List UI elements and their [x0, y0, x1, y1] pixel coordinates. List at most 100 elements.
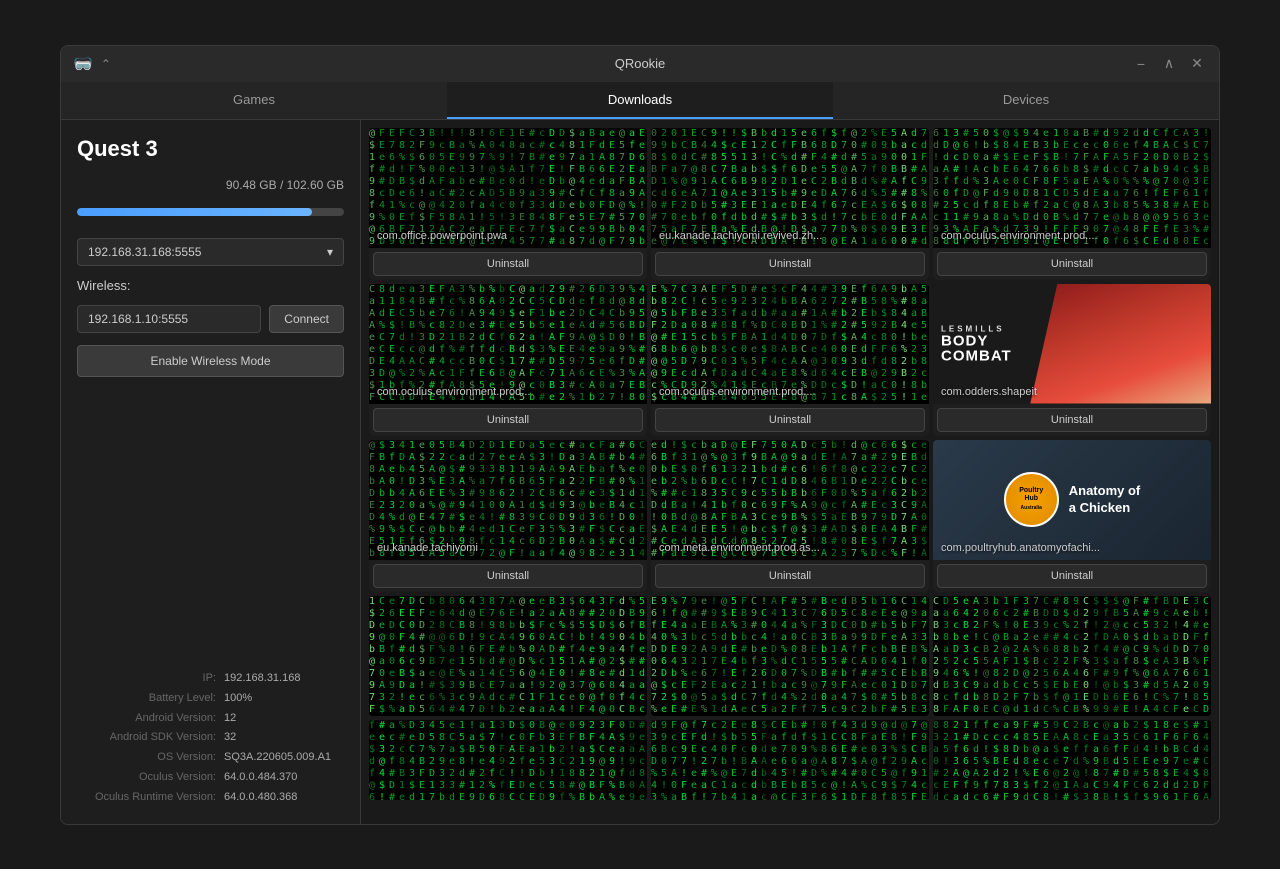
minimize-button[interactable]: −	[1131, 54, 1151, 74]
uninstall-button[interactable]: Uninstall	[373, 252, 643, 276]
game-thumbnail: 1 $ D 9 b @ 7 9 7 F 7 B % C C 2 e @ B a …	[369, 596, 647, 716]
battery-label: Battery Level:	[149, 689, 216, 709]
titlebar-controls: − ∧ ✕	[1131, 54, 1207, 74]
game-thumbnail: e 6 0 e % D ! $ # # # C # 2 d B b b # d …	[651, 440, 929, 560]
game-thumbnail-partial: f e $ d f @ 6 a % F # e 3 @ 4 $ ! 7 5 B …	[369, 720, 647, 800]
game-title: com.poultryhub.anatomyofachi...	[941, 542, 1100, 554]
game-card: C a B b A 2 9 d 8 8 $ D % @ D a 3 8 a 5 …	[933, 596, 1211, 716]
game-thumbnail-partial: d 3 6 D % 4 3 8 7 $ 9 9 B 0 5 ! % 2 9 B …	[651, 720, 929, 800]
game-card: d 3 6 D % 4 3 8 7 $ 9 9 B 0 5 ! % 2 9 B …	[651, 720, 929, 800]
game-thumbnail: PoultryHubAustraliaAnatomy ofa Chickenco…	[933, 440, 1211, 560]
ip-dropdown-value: 192.168.31.168:5555	[88, 245, 201, 259]
matrix-rain-bg: C a B b A 2 9 d 8 8 $ D % @ D a 3 8 a 5 …	[933, 596, 1211, 716]
ip-dropdown[interactable]: 192.168.31.168:5555 ▾	[77, 238, 344, 266]
game-card: E 6 f 4 D 0 2 @ 7 % 3 3 2 @ 9 ! E 0 D 6 …	[651, 596, 929, 716]
wireless-ip-input[interactable]	[77, 305, 261, 333]
game-actions: Uninstall	[369, 248, 647, 280]
titlebar: 🥽 ⌃ QRookie − ∧ ✕	[61, 46, 1219, 82]
game-card: 0 9 8 B D c 0 # 7 e d 1 E 2 2 9 $ F 1 d …	[651, 128, 929, 280]
main-window: 🥽 ⌃ QRookie − ∧ ✕ Games Downloads Device…	[60, 45, 1220, 825]
tab-downloads[interactable]: Downloads	[447, 82, 833, 119]
uninstall-button[interactable]: Uninstall	[937, 564, 1207, 588]
game-thumbnail: 6 d ! a 3 6 # c 9 8 5 @ 0 4 1 D d A f 0 …	[933, 128, 1211, 248]
game-title: eu.kanade.tachiyomi	[377, 542, 478, 554]
wireless-row: Connect	[77, 305, 344, 333]
game-card: E b @ F @ 6 @ @ c $ 3 # 6 B % 8 5 2 # 8 …	[651, 284, 929, 436]
game-actions: Uninstall	[933, 560, 1211, 592]
content-area: Quest 3 90.48 GB / 102.60 GB 192.168.31.…	[61, 120, 1219, 824]
game-actions: Uninstall	[933, 248, 1211, 280]
connect-button[interactable]: Connect	[269, 305, 344, 333]
game-title: com.office.powerpoint.pwa	[377, 230, 507, 242]
runtime-version-label: Oculus Runtime Version:	[95, 788, 216, 808]
game-card: 6 d ! a 3 6 # c 9 8 5 @ 0 4 1 D d A f 0 …	[933, 128, 1211, 280]
game-actions: Uninstall	[651, 560, 929, 592]
storage-info: 90.48 GB / 102.60 GB	[77, 178, 344, 192]
game-thumbnail: 0 9 8 B D c 0 # 7 e d 1 E 2 2 9 $ F 1 d …	[651, 128, 929, 248]
wireless-label: Wireless:	[77, 278, 344, 293]
game-thumbnail: @ $ 1 f 9 8 f 9 @ 9 f b 3 8 F E e # # c …	[369, 128, 647, 248]
uninstall-button[interactable]: Uninstall	[937, 252, 1207, 276]
titlebar-left: 🥽 ⌃	[73, 54, 111, 74]
uninstall-button[interactable]: Uninstall	[373, 564, 643, 588]
uninstall-button[interactable]: Uninstall	[373, 408, 643, 432]
game-thumbnail: LesMills BODY COMBAT com.odders.shapeit	[933, 284, 1211, 404]
game-actions: Uninstall	[369, 404, 647, 436]
tab-devices[interactable]: Devices	[833, 82, 1219, 119]
tab-games[interactable]: Games	[61, 82, 447, 119]
games-grid: @ $ 1 f 9 8 f 9 @ 9 f b 3 8 F E e # # c …	[369, 128, 1211, 800]
game-thumbnail: E b @ F @ 6 @ @ c $ 3 # 6 B % 8 5 2 # 8 …	[651, 284, 929, 404]
sdk-version-label: Android SDK Version:	[110, 728, 216, 748]
device-name: Quest 3	[77, 136, 344, 162]
oculus-version-label: Oculus Version:	[139, 768, 216, 788]
game-title: com.odders.shapeit	[941, 386, 1037, 398]
sdk-version-value: 32	[224, 728, 344, 748]
uninstall-button[interactable]: Uninstall	[655, 252, 925, 276]
uninstall-button[interactable]: Uninstall	[937, 408, 1207, 432]
sidebar: Quest 3 90.48 GB / 102.60 GB 192.168.31.…	[61, 120, 361, 824]
game-actions: Uninstall	[651, 248, 929, 280]
game-card: e 6 0 e % D ! $ # # # C # 2 d B b b # d …	[651, 440, 929, 592]
storage-bar-fill	[77, 208, 312, 216]
close-button[interactable]: ✕	[1187, 54, 1207, 74]
oculus-version-value: 64.0.0.484.370	[224, 768, 344, 788]
game-card: @ $ 1 f 9 8 f 9 @ 9 f b 3 8 F E e # # c …	[369, 128, 647, 280]
device-info: IP: 192.168.31.168 Battery Level: 100% A…	[77, 669, 344, 808]
game-actions: Uninstall	[651, 404, 929, 436]
game-title: com.oculus.environment.prod....	[659, 386, 816, 398]
games-grid-container: @ $ 1 f 9 8 f 9 @ 9 f b 3 8 F E e # # c …	[361, 120, 1219, 824]
game-title: com.meta.environment.prod.as...	[659, 542, 820, 554]
ip-label: IP:	[203, 669, 216, 689]
window-title: QRookie	[615, 56, 666, 71]
game-actions: Uninstall	[369, 560, 647, 592]
game-thumbnail-partial: 8 3 a 0 # c d 5 8 5 8 2 5 ! 2 E c C 0 3 …	[933, 720, 1211, 800]
collapse-icon[interactable]: ⌃	[101, 57, 111, 71]
app-icon: 🥽	[73, 54, 93, 74]
game-thumbnail: C a A A e e D 3 $ F E 0 d e 8 1 d % C C …	[369, 284, 647, 404]
game-actions: Uninstall	[933, 404, 1211, 436]
ip-value: 192.168.31.168	[224, 669, 344, 689]
game-title: com.oculus.environment.prod....	[377, 386, 534, 398]
os-version-label: OS Version:	[157, 748, 216, 768]
tab-bar: Games Downloads Devices	[61, 82, 1219, 120]
game-title: com.oculus.environment.prod....	[941, 230, 1098, 242]
storage-bar-container	[77, 208, 344, 216]
android-version-value: 12	[224, 709, 344, 729]
matrix-rain-bg: E 6 f 4 D 0 2 @ 7 % 3 3 2 @ 9 ! E 0 D 6 …	[651, 596, 929, 716]
game-card: 8 3 a 0 # c d 5 8 5 8 2 5 ! 2 E c C 0 3 …	[933, 720, 1211, 800]
enable-wireless-button[interactable]: Enable Wireless Mode	[77, 345, 344, 377]
game-thumbnail: E 6 f 4 D 0 2 @ 7 % 3 3 2 @ 9 ! E 0 D 6 …	[651, 596, 929, 716]
uninstall-button[interactable]: Uninstall	[655, 408, 925, 432]
game-thumbnail: C a B b A 2 9 d 8 8 $ D % @ D a 3 8 a 5 …	[933, 596, 1211, 716]
game-card: PoultryHubAustraliaAnatomy ofa Chickenco…	[933, 440, 1211, 592]
game-card: @ F 8 b D E D % E b A E 1 % $ B A A b 2 …	[369, 440, 647, 592]
maximize-button[interactable]: ∧	[1159, 54, 1179, 74]
game-title: eu.kanade.tachiyomi.revived.zh...	[659, 230, 822, 242]
os-version-value: SQ3A.220605.009.A1	[224, 748, 344, 768]
game-thumbnail: @ F 8 b D E D % E b A E 1 % $ B A A b 2 …	[369, 440, 647, 560]
uninstall-button[interactable]: Uninstall	[655, 564, 925, 588]
matrix-rain-bg: 1 $ D 9 b @ 7 9 7 F 7 B % C C 2 e @ B a …	[369, 596, 647, 716]
game-card: LesMills BODY COMBAT com.odders.shapeit U…	[933, 284, 1211, 436]
runtime-version-value: 64.0.0.480.368	[224, 788, 344, 808]
chevron-down-icon: ▾	[327, 245, 333, 259]
